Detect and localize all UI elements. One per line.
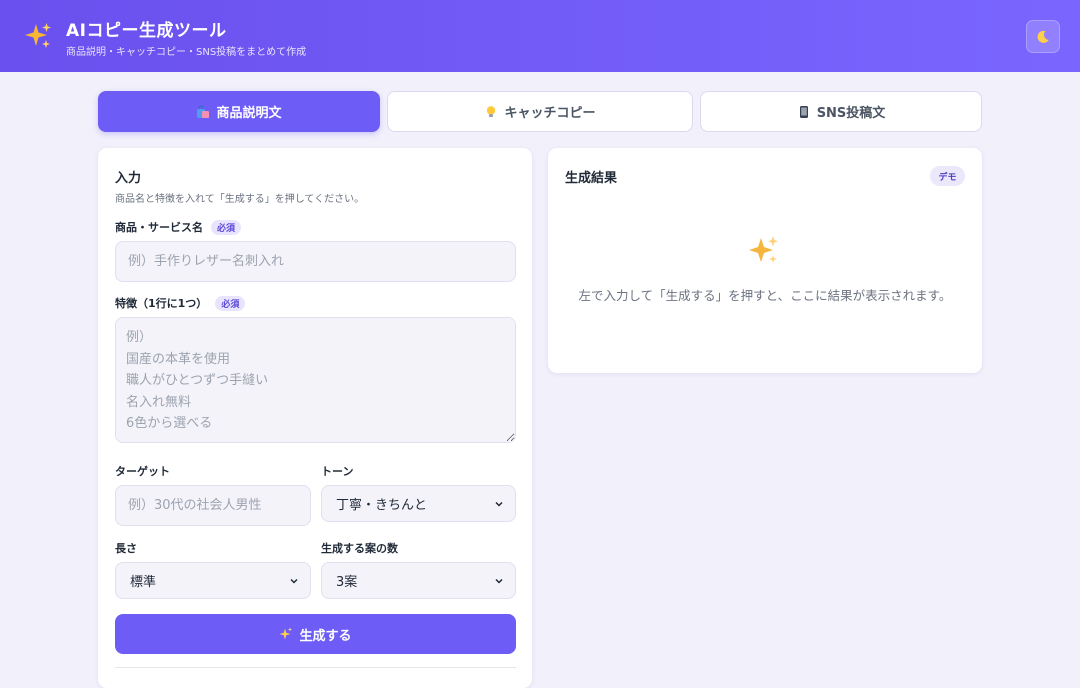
required-badge: 必須: [211, 219, 242, 235]
tab-product-description[interactable]: 商品説明文: [98, 91, 380, 132]
features-textarea[interactable]: [115, 317, 516, 443]
sparkles-icon: [279, 627, 293, 640]
app-title: AIコピー生成ツール: [66, 21, 227, 41]
label-text: トーン: [321, 465, 354, 478]
label-text: 生成する案の数: [321, 542, 398, 555]
tab-label: キャッチコピー: [504, 106, 596, 121]
count-selected-value: 3案: [336, 575, 358, 590]
sparkles-icon: [25, 23, 51, 48]
chevron-down-icon: [495, 501, 503, 507]
divider: [115, 667, 516, 668]
shopping-bags-icon: [197, 105, 210, 118]
result-panel-title: 生成結果: [565, 171, 618, 186]
label-text: 長さ: [115, 542, 137, 555]
count-label: 生成する案の数: [321, 540, 398, 556]
generate-button-label: 生成する: [299, 628, 352, 644]
tone-selected-value: 丁寧・きちんと: [336, 498, 428, 513]
product-name-label: 商品・サービス名 必須: [115, 219, 242, 235]
generate-button[interactable]: 生成する: [115, 614, 516, 654]
smartphone-icon: [799, 105, 808, 118]
length-select[interactable]: 標準: [115, 562, 311, 599]
length-label: 長さ: [115, 540, 137, 556]
chevron-down-icon: [495, 578, 503, 584]
tab-label: SNS投稿文: [816, 106, 886, 121]
target-label: ターゲット: [115, 463, 170, 479]
tab-catchcopy[interactable]: キャッチコピー: [387, 91, 693, 132]
lightbulb-icon: [487, 105, 496, 117]
target-input[interactable]: [115, 485, 311, 526]
label-text: 特徴（1行に1つ）: [115, 297, 208, 310]
app-header: AIコピー生成ツール 商品説明・キャッチコピー・SNS投稿をまとめて作成: [0, 0, 1080, 72]
tone-select[interactable]: 丁寧・きちんと: [321, 485, 516, 522]
label-text: ターゲット: [115, 465, 170, 478]
input-panel-title: 入力: [115, 171, 142, 186]
required-badge: 必須: [215, 295, 246, 311]
features-label: 特徴（1行に1つ） 必須: [115, 295, 246, 311]
empty-state-message: 左で入力して「生成する」を押すと、ここに結果が表示されます。: [578, 288, 952, 303]
length-selected-value: 標準: [130, 575, 157, 590]
input-panel-hint: 商品名と特徴を入れて「生成する」を押してください。: [115, 194, 365, 205]
theme-toggle-button[interactable]: [1026, 20, 1060, 53]
tone-label: トーン: [321, 463, 353, 479]
chevron-down-icon: [290, 578, 298, 584]
tab-sns-post[interactable]: SNS投稿文: [700, 91, 982, 132]
product-name-input[interactable]: [115, 241, 516, 282]
count-select[interactable]: 3案: [321, 562, 516, 599]
app-subtitle: 商品説明・キャッチコピー・SNS投稿をまとめて作成: [66, 47, 307, 58]
tab-label: 商品説明文: [216, 106, 282, 121]
moon-icon: [1037, 30, 1049, 43]
sparkles-icon: [749, 236, 778, 263]
demo-badge: デモ: [930, 166, 965, 186]
label-text: 商品・サービス名: [115, 221, 203, 234]
